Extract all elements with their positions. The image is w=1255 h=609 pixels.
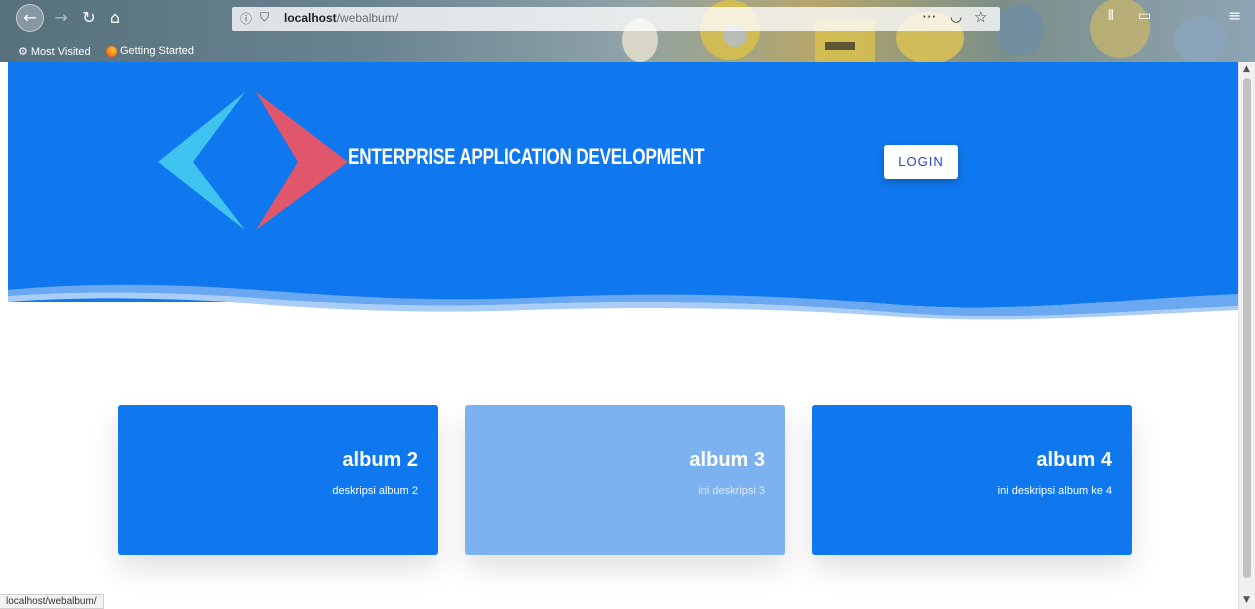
album-title: album 2	[342, 449, 418, 471]
back-arrow-icon[interactable]: ←	[16, 4, 44, 32]
browser-window: ← → ↻ ⌂ ⓘ ⛉ localhost/webalbum/ ··· ◡ ☆ …	[0, 0, 1255, 609]
pocket-icon[interactable]: ◡	[950, 9, 962, 25]
url-host: localhost	[284, 11, 337, 25]
bookmark-label: Getting Started	[120, 45, 194, 57]
logo	[158, 92, 348, 230]
gear-icon: ⚙	[18, 45, 28, 58]
album-title: album 4	[1036, 449, 1112, 471]
album-card[interactable]: album 3 ini deskripsi 3	[465, 405, 785, 555]
bookmarks-toolbar: ⚙ Most Visited Getting Started	[0, 42, 600, 62]
library-icon[interactable]: ⫴	[1108, 8, 1114, 24]
scroll-down-arrow-icon[interactable]: ▼	[1243, 595, 1250, 605]
bookmark-label: Most Visited	[30, 45, 91, 58]
url-text[interactable]: localhost/webalbum/	[284, 11, 398, 25]
hero-wave	[8, 252, 1238, 320]
album-card[interactable]: album 2 deskripsi album 2	[118, 405, 438, 555]
bookmark-star-icon[interactable]: ☆	[974, 8, 987, 26]
hamburger-menu-icon[interactable]: ≡	[1228, 6, 1241, 25]
album-description: deskripsi album 2	[332, 485, 418, 497]
page-actions-icon[interactable]: ···	[922, 8, 936, 26]
scrollbar-thumb[interactable]	[1243, 78, 1251, 578]
album-title: album 3	[689, 449, 765, 471]
login-button[interactable]: LOGIN	[884, 145, 958, 179]
forward-arrow-icon[interactable]: →	[48, 5, 74, 31]
reload-icon[interactable]: ↻	[76, 5, 102, 31]
bookmark-getting-started[interactable]: Getting Started	[106, 45, 194, 57]
url-bar[interactable]: ⓘ ⛉ localhost/webalbum/ ··· ◡ ☆	[232, 7, 1000, 31]
album-card[interactable]: album 4 ini deskripsi album ke 4	[812, 405, 1132, 555]
album-description: ini deskripsi 3	[698, 485, 765, 497]
info-icon[interactable]: ⓘ	[240, 10, 252, 27]
browser-toolbar: ← → ↻ ⌂ ⓘ ⛉ localhost/webalbum/ ··· ◡ ☆ …	[0, 0, 1255, 62]
bookmark-most-visited[interactable]: ⚙ Most Visited	[18, 45, 91, 58]
site-title: ENTERPRISE APPLICATION DEVELOPMENT	[348, 144, 705, 169]
scroll-up-arrow-icon[interactable]: ▲	[1243, 64, 1250, 74]
page-content: ENTERPRISE APPLICATION DEVELOPMENT LOGIN…	[8, 62, 1238, 609]
url-path: /webalbum/	[336, 11, 399, 25]
status-url: localhost/webalbum/	[0, 594, 104, 609]
vertical-scrollbar[interactable]: ▲ ▼	[1238, 62, 1255, 609]
home-icon[interactable]: ⌂	[102, 5, 128, 31]
album-description: ini deskripsi album ke 4	[997, 485, 1112, 497]
tracking-shield-icon[interactable]: ⛉	[260, 10, 269, 25]
firefox-icon	[106, 45, 117, 57]
sidebar-icon[interactable]: ▭	[1138, 8, 1151, 24]
